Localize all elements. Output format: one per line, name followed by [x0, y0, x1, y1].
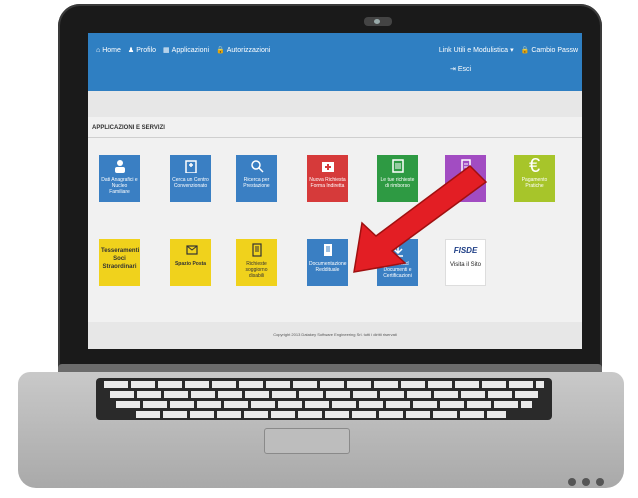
lock-icon: 🔒: [520, 47, 530, 54]
tile-tesseramenti[interactable]: Tesseramenti Soci Straordinari: [99, 239, 140, 286]
nav-links-dropdown[interactable]: Link Utili e Modulistica ▾: [439, 46, 514, 55]
list-document-icon: [391, 159, 404, 173]
form-icon: [251, 243, 262, 257]
keyboard: [96, 378, 552, 420]
copyright-text: Copyright 2013 Datakey Software Engineer…: [273, 332, 397, 337]
nav-home-link[interactable]: ⌂ Home: [96, 46, 121, 54]
tile-ricerca-prestazione[interactable]: Ricerca per Prestazione: [236, 155, 277, 202]
mail-icon: [185, 245, 198, 255]
section-title: APPLICAZIONI E SERVIZI: [92, 125, 165, 131]
tile-pratiche-sospese[interactable]: Pratiche sospese: [445, 155, 486, 202]
sub-bar: [88, 91, 582, 117]
status-light: [596, 478, 604, 486]
document-icon: [323, 244, 332, 256]
tile-pagamento-pratiche[interactable]: € Pagamento Pratiche: [514, 155, 555, 202]
key-row: [104, 381, 544, 388]
tile-documentazione-reddituale[interactable]: Documentazione Reddituale: [307, 239, 348, 286]
webcam: [364, 17, 392, 26]
section-divider: [88, 137, 582, 138]
search-icon: [250, 160, 264, 173]
browser-screen: ⌂ Home ♟ Profilo ▦ Applicazioni 🔒 Autori…: [88, 33, 582, 349]
touchpad: [264, 428, 350, 454]
hospital-icon: [184, 160, 197, 173]
fisde-logo: FISDE: [453, 246, 478, 255]
tile-dati-anagrafici[interactable]: Dati Anagrafici e Nucleo Familiare: [99, 155, 140, 202]
euro-icon: €: [528, 155, 541, 177]
logout-icon: ⇥: [450, 66, 456, 73]
nav-apps-link[interactable]: ▦ Applicazioni: [163, 46, 209, 55]
key-row: [116, 401, 532, 408]
user-icon: [114, 160, 125, 173]
tile-download-documenti[interactable]: Download Documenti e Certificazioni: [377, 239, 418, 286]
tile-richieste-rimborso[interactable]: Le tue richieste di rimborso: [377, 155, 418, 202]
download-icon: [392, 244, 403, 257]
top-navigation-bar: ⌂ Home ♟ Profilo ▦ Applicazioni 🔒 Autori…: [88, 33, 582, 91]
tile-richieste-soggiorno[interactable]: Richieste soggiorno disabili: [236, 239, 277, 286]
home-icon: ⌂: [96, 46, 101, 54]
nav-auth-link[interactable]: 🔒 Autorizzazioni: [216, 46, 270, 55]
tile-nuova-richiesta[interactable]: Nuova Richiesta Forma Indiretta: [307, 155, 348, 202]
document-icon: [460, 159, 471, 173]
chevron-down-icon: ▾: [510, 47, 514, 54]
status-lights: [568, 478, 604, 486]
grid-icon: ▦: [163, 47, 170, 54]
tile-cerca-centro[interactable]: Cerca un Centro Convenzionato: [170, 155, 211, 202]
nav-change-password-link[interactable]: 🔒 Cambio Passw: [520, 46, 578, 55]
medical-kit-icon: [321, 162, 334, 172]
page-footer: Copyright 2013 Datakey Software Engineer…: [88, 322, 582, 349]
key-row: [110, 391, 538, 398]
tile-visita-sito[interactable]: FISDE Visita il Sito: [445, 239, 486, 286]
nav-logout-link[interactable]: ⇥ Esci: [450, 65, 471, 74]
nav-profile-link[interactable]: ♟ Profilo: [127, 46, 156, 55]
tile-spazio-posta[interactable]: Spazio Posta: [170, 239, 211, 286]
key-row: [136, 411, 506, 418]
status-light: [568, 478, 576, 486]
user-icon: ♟: [127, 47, 135, 54]
status-light: [582, 478, 590, 486]
lock-icon: 🔒: [216, 47, 225, 54]
